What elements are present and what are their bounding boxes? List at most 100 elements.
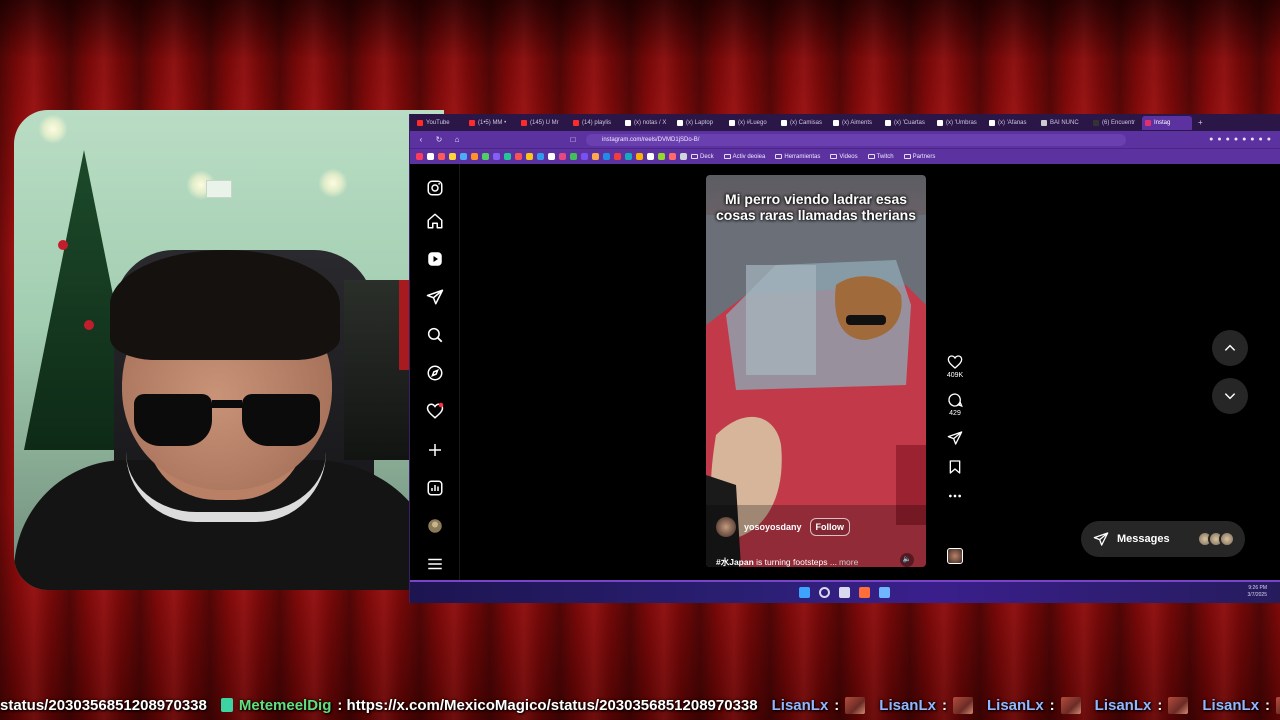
bookmark-favicon-icon[interactable]: [526, 153, 533, 160]
bookmark-favicon-icon[interactable]: [537, 153, 544, 160]
search-icon[interactable]: [819, 587, 830, 598]
tab-label: (x) 'Afanas: [998, 119, 1027, 126]
browser-taskbar-icon[interactable]: [859, 587, 870, 598]
bookmark-folder[interactable]: Partners: [903, 154, 935, 160]
bookmark-favicon-icon[interactable]: [581, 153, 588, 160]
previous-reel-button[interactable]: [1212, 330, 1248, 366]
browser-tab[interactable]: (14) playlis: [570, 116, 620, 130]
bookmark-favicon-icon[interactable]: [427, 153, 434, 160]
next-reel-button[interactable]: [1212, 378, 1248, 414]
author-username[interactable]: yosoyosdany: [744, 522, 802, 532]
bookmark-favicon-icon[interactable]: [647, 153, 654, 160]
more-options-button[interactable]: [943, 488, 967, 504]
browser-tab[interactable]: (x) notas / X: [622, 116, 672, 130]
bookmark-favicon-icon[interactable]: [548, 153, 555, 160]
bookmark-favicon-icon[interactable]: [515, 153, 522, 160]
bookmark-favicon-icon[interactable]: [416, 153, 423, 160]
browser-tab[interactable]: (145) U Mr: [518, 116, 568, 130]
task-view-icon[interactable]: [839, 587, 850, 598]
bookmark-favicon-icon[interactable]: [460, 153, 467, 160]
browser-tab[interactable]: (x) 'Umbras: [934, 116, 984, 130]
browser-tab[interactable]: (x) Camisas: [778, 116, 828, 130]
bookmark-favicon-icon[interactable]: [603, 153, 610, 160]
share-button[interactable]: [943, 430, 967, 446]
bookmark-folder[interactable]: Twitch: [867, 154, 894, 160]
reels-icon[interactable]: [426, 250, 444, 268]
browser-tab[interactable]: (1•5) MM •: [466, 116, 516, 130]
browser-tab[interactable]: (x) 'Afanas: [986, 116, 1036, 130]
bookmark-folder[interactable]: Activ deoiea: [723, 153, 766, 160]
bookmark-favicon-icon[interactable]: [625, 153, 632, 160]
bookmark-folder[interactable]: Deck: [691, 154, 714, 160]
mute-icon[interactable]: 🔈: [900, 553, 914, 567]
reload-icon[interactable]: ↻: [434, 135, 444, 144]
heart-icon[interactable]: [426, 402, 444, 420]
direct-icon[interactable]: [426, 288, 444, 306]
profile-avatar[interactable]: [426, 517, 444, 535]
home-icon[interactable]: ⌂: [452, 135, 462, 144]
bookmark-favicon-icon[interactable]: [482, 153, 489, 160]
url-input[interactable]: instagram.com/reels/DVMD1jSDo-B/: [586, 133, 1126, 146]
browser-tab[interactable]: (x) 'Cuartas: [882, 116, 932, 130]
bookmark-favicon-icon[interactable]: [504, 153, 511, 160]
comment-button[interactable]: 429: [943, 392, 967, 417]
tab-favicon-icon: [885, 119, 891, 126]
browser-tab[interactable]: BAI NUNC: [1038, 116, 1088, 130]
browser-tab[interactable]: (x) Aiments: [830, 116, 880, 130]
ellipsis-icon: [949, 494, 961, 498]
browser-tab[interactable]: (6) Encuentr: [1090, 116, 1140, 130]
like-button[interactable]: 409K: [943, 354, 967, 379]
search-icon[interactable]: [426, 326, 444, 344]
bookmark-folder[interactable]: Videos: [830, 154, 858, 160]
bookmark-favicon-icon[interactable]: [592, 153, 599, 160]
bookmark-favicon-icon[interactable]: [658, 153, 665, 160]
bookmark-label: Herramientas: [784, 153, 821, 160]
browser-tab[interactable]: YouTube: [414, 116, 464, 130]
author-avatar[interactable]: [716, 517, 736, 537]
bookmark-favicon-icon[interactable]: [636, 153, 643, 160]
notepad-taskbar-icon[interactable]: [879, 587, 890, 598]
folder-icon: [775, 154, 783, 159]
instagram-logo-icon[interactable]: [426, 179, 444, 197]
bookmark-favicon-icon[interactable]: [559, 153, 566, 160]
bookmark-favicon-icon[interactable]: [438, 153, 445, 160]
home-icon[interactable]: [426, 212, 444, 230]
browser-tab[interactable]: (x) Laptop: [674, 116, 724, 130]
menu-icon[interactable]: [426, 555, 444, 573]
browser-tab[interactable]: Instag: [1142, 115, 1192, 130]
bookmark-favicon-icon[interactable]: [680, 153, 687, 160]
bookmark-favicon-icon[interactable]: [570, 153, 577, 160]
clock-time: 9:26 PM: [1248, 585, 1267, 591]
bookmark-favicon-icon[interactable]: [471, 153, 478, 160]
save-button[interactable]: [943, 459, 967, 475]
bookmark-favicon-icon[interactable]: [449, 153, 456, 160]
ticker-segment: LisanLx:: [879, 696, 973, 714]
explore-icon[interactable]: [426, 364, 444, 382]
create-icon[interactable]: [426, 441, 444, 459]
bookmark-favicon-icon[interactable]: [493, 153, 500, 160]
bookmark-label: Activ deoiea: [732, 153, 766, 160]
back-icon[interactable]: ‹: [416, 135, 426, 144]
bookmark-favicon-icon[interactable]: [669, 153, 676, 160]
chevron-up-icon: [1224, 344, 1236, 351]
windows-start-icon[interactable]: [799, 587, 810, 598]
extension-icons[interactable]: ●●●●●●●●: [1209, 136, 1275, 143]
more-link[interactable]: more: [839, 557, 858, 567]
browser-tab[interactable]: (x) #Luego: [726, 116, 776, 130]
comment-icon: [948, 393, 963, 408]
bookmark-folder[interactable]: Herramientas: [775, 154, 820, 160]
tab-strip: YouTube (1•5) MM • (145) U Mr (14) playlis (…: [410, 114, 1280, 131]
ticker-username: LisanLx: [771, 696, 829, 714]
description-hashtag[interactable]: #水Japan: [716, 557, 754, 567]
follow-button[interactable]: Follow: [809, 518, 851, 536]
messages-button[interactable]: Messages: [1081, 521, 1245, 557]
messages-label: Messages: [1117, 533, 1170, 545]
audio-thumbnail[interactable]: [947, 548, 963, 564]
insights-icon[interactable]: [426, 479, 444, 497]
reel-video[interactable]: Mi perro viendo ladrar esas cosas raras …: [706, 175, 926, 567]
new-tab-icon[interactable]: +: [1198, 118, 1203, 127]
tab-favicon-icon: [1041, 119, 1047, 126]
reel-caption: Mi perro viendo ladrar esas cosas raras …: [715, 191, 916, 223]
bookmark-favicon-icon[interactable]: [614, 153, 621, 160]
bookmark-icon[interactable]: □: [568, 135, 578, 144]
